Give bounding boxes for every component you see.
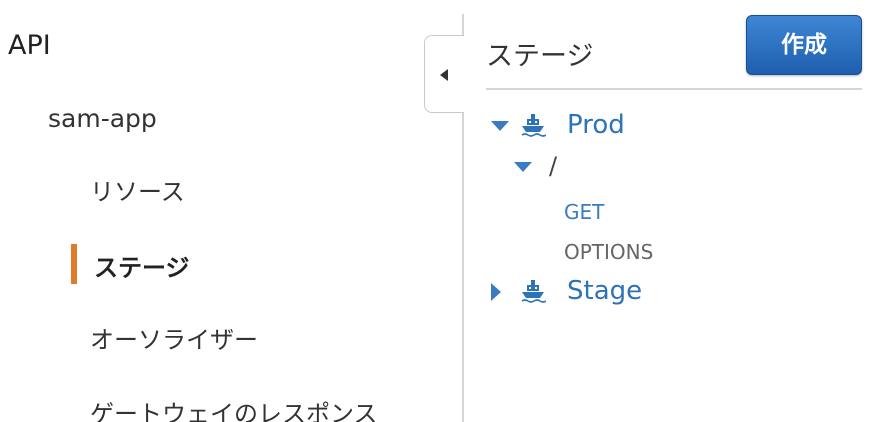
- ship-icon: [521, 280, 546, 303]
- stage-name[interactable]: Prod: [567, 110, 625, 140]
- nav-api-name[interactable]: sam-app: [48, 104, 157, 133]
- create-button[interactable]: 作成: [746, 15, 862, 75]
- nav-item-resources[interactable]: リソース: [90, 172, 185, 207]
- side-navigation: API sam-app リソース ステージ オーソライザー ゲートウェイのレスポ…: [0, 0, 462, 422]
- collapse-panel-button[interactable]: [424, 35, 464, 113]
- active-indicator: [71, 244, 77, 284]
- stage-name[interactable]: Stage: [567, 276, 642, 306]
- expand-prod-caret-down-icon[interactable]: [491, 121, 509, 131]
- caret-left-icon: [440, 69, 448, 81]
- nav-item-authorizers[interactable]: オーソライザー: [90, 320, 258, 355]
- nav-api[interactable]: API: [8, 30, 51, 61]
- method-name[interactable]: GET: [564, 200, 604, 224]
- panel-title-divider: [486, 88, 862, 90]
- expand-root-caret-down-icon[interactable]: [514, 162, 532, 172]
- nav-item-gateway-responses[interactable]: ゲートウェイのレスポンス: [90, 394, 378, 422]
- nav-item-stages[interactable]: ステージ: [94, 248, 190, 283]
- method-name[interactable]: OPTIONS: [564, 240, 653, 264]
- resource-path[interactable]: /: [549, 152, 557, 180]
- panel-title: ステージ: [486, 41, 594, 72]
- ship-icon: [521, 114, 546, 137]
- expand-stage-caret-right-icon[interactable]: [491, 283, 501, 301]
